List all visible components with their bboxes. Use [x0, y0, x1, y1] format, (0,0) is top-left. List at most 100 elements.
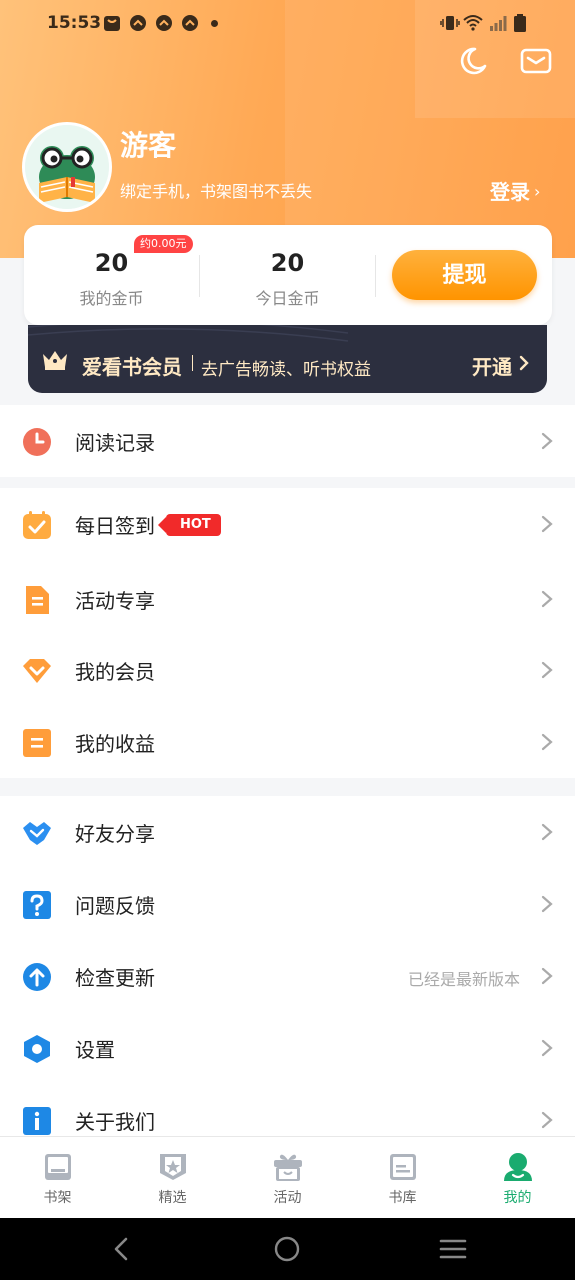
chevron-right-icon — [541, 1111, 553, 1129]
profile-header: 15:53 游客 绑定手机，书架图书不丢失 登录 › — [0, 0, 575, 258]
library-book-icon — [390, 1154, 416, 1180]
handshake-icon — [23, 822, 51, 845]
menu-label: 好友分享 — [75, 822, 155, 846]
avatar[interactable] — [22, 122, 112, 212]
menu-label: 问题反馈 — [75, 894, 155, 918]
chevron-right-icon — [541, 895, 553, 913]
chevron-right-icon — [541, 515, 553, 533]
update-status: 已经是最新版本 — [407, 970, 520, 989]
tab-bookshelf[interactable]: 书架 — [0, 1137, 115, 1219]
system-navigation-bar — [0, 1218, 575, 1280]
my-coins[interactable]: 20 我的金币 约0.00元 — [24, 225, 199, 325]
status-time: 15:53 — [47, 13, 102, 33]
badge-star-icon — [160, 1154, 186, 1180]
my-coins-label: 我的金币 — [79, 289, 144, 308]
bind-phone-hint[interactable]: 绑定手机，书架图书不丢失 — [120, 178, 312, 202]
more-notifications-dot — [211, 20, 218, 27]
wifi-icon — [463, 15, 483, 31]
chevron-right-icon — [541, 1039, 553, 1057]
my-coins-value: 20 — [94, 249, 129, 277]
diamond-icon — [23, 659, 51, 683]
chevron-right-icon — [541, 733, 553, 751]
crown-icon — [43, 351, 67, 370]
status-bar: 15:53 — [0, 0, 575, 48]
hot-badge: HOT — [158, 514, 221, 536]
coins-card: 20 我的金币 约0.00元 20 今日金币 提现 — [24, 225, 552, 325]
today-coins-label: 今日金币 — [255, 289, 320, 308]
frog-avatar-icon — [25, 125, 109, 209]
withdraw-button[interactable]: 提现 — [392, 250, 537, 300]
menu-label: 我的收益 — [75, 732, 155, 756]
chevron-right-icon: › — [534, 182, 541, 201]
menu-label: 阅读记录 — [75, 431, 155, 455]
upload-arrow-icon — [23, 963, 51, 991]
signal-icon — [490, 16, 507, 31]
vip-open-button[interactable]: 开通 — [472, 351, 512, 380]
document-icon — [26, 586, 49, 614]
info-icon — [23, 1107, 51, 1135]
tab-label: 精选 — [158, 1190, 187, 1206]
battery-icon — [514, 14, 526, 32]
divider — [375, 255, 376, 297]
bookshelf-icon — [45, 1154, 71, 1180]
menu-item-share[interactable]: 好友分享 — [0, 796, 575, 868]
tab-label: 活动 — [273, 1190, 302, 1206]
menu-section-rewards: 每日签到 HOT 活动专享 我的会员 我的收益 — [0, 488, 575, 778]
menu-section-reading: 阅读记录 — [0, 405, 575, 477]
tab-library[interactable]: 书库 — [345, 1137, 460, 1219]
tab-label: 书库 — [388, 1190, 417, 1206]
vip-membership-banner[interactable]: 爱看书会员 去广告畅读、听书权益 开通 — [28, 325, 547, 393]
user-profile-icon — [504, 1153, 532, 1181]
back-icon[interactable] — [108, 1235, 136, 1263]
tab-mine[interactable]: 我的 — [460, 1137, 575, 1219]
settings-hexagon-icon — [24, 1035, 50, 1063]
menu-item-settings[interactable]: 设置 — [0, 1012, 575, 1084]
chevron-right-icon — [541, 432, 553, 450]
menu-item-reading-record[interactable]: 阅读记录 — [0, 405, 575, 477]
message-icon[interactable] — [519, 44, 553, 78]
menu-label: 设置 — [75, 1038, 115, 1062]
vibrate-icon — [440, 16, 460, 30]
vip-benefits: 去广告畅读、听书权益 — [201, 360, 371, 380]
menu-item-my-member[interactable]: 我的会员 — [0, 634, 575, 706]
home-icon[interactable] — [273, 1235, 301, 1263]
today-coins[interactable]: 20 今日金币 — [200, 225, 375, 325]
vip-title: 爱看书会员 — [82, 355, 182, 379]
chevron-right-icon — [541, 661, 553, 679]
calendar-check-icon — [23, 511, 51, 539]
tab-featured[interactable]: 精选 — [115, 1137, 230, 1219]
tab-label: 我的 — [503, 1190, 532, 1206]
app-notification-icon — [182, 15, 198, 31]
menu-label: 我的会员 — [75, 660, 155, 684]
menu-item-my-earnings[interactable]: 我的收益 — [0, 706, 575, 778]
clock-icon — [23, 428, 51, 456]
chevron-right-icon — [541, 590, 553, 608]
coin-value-badge: 约0.00元 — [134, 235, 193, 253]
recent-apps-icon[interactable] — [439, 1235, 467, 1263]
menu-item-check-update[interactable]: 检查更新 已经是最新版本 — [0, 940, 575, 1012]
menu-label: 每日签到 — [75, 514, 155, 538]
chevron-right-icon — [541, 967, 553, 985]
bottom-tab-bar: 书架 精选 活动 书库 我的 — [0, 1136, 575, 1218]
menu-item-daily-checkin[interactable]: 每日签到 HOT — [0, 488, 575, 560]
night-mode-icon[interactable] — [455, 44, 489, 78]
menu-item-feedback[interactable]: 问题反馈 — [0, 868, 575, 940]
app-notification-icon — [130, 15, 146, 31]
username: 游客 — [120, 129, 177, 162]
menu-label: 关于我们 — [75, 1110, 155, 1134]
menu-label: 活动专享 — [75, 589, 155, 613]
earnings-icon — [23, 729, 51, 757]
chevron-right-icon — [519, 355, 529, 371]
app-notification-icon — [156, 15, 172, 31]
today-coins-value: 20 — [270, 249, 305, 277]
tab-activity[interactable]: 活动 — [230, 1137, 345, 1219]
chevron-right-icon — [541, 823, 553, 841]
menu-item-activities[interactable]: 活动专享 — [0, 563, 575, 635]
login-button[interactable]: 登录 — [490, 176, 530, 205]
gift-icon — [274, 1154, 302, 1181]
question-icon — [23, 891, 51, 919]
divider — [192, 355, 193, 371]
bag-notification-icon — [104, 16, 120, 31]
tab-label: 书架 — [43, 1190, 72, 1206]
menu-section-general: 好友分享 问题反馈 检查更新 已经是最新版本 设置 关于我们 — [0, 796, 575, 1136]
